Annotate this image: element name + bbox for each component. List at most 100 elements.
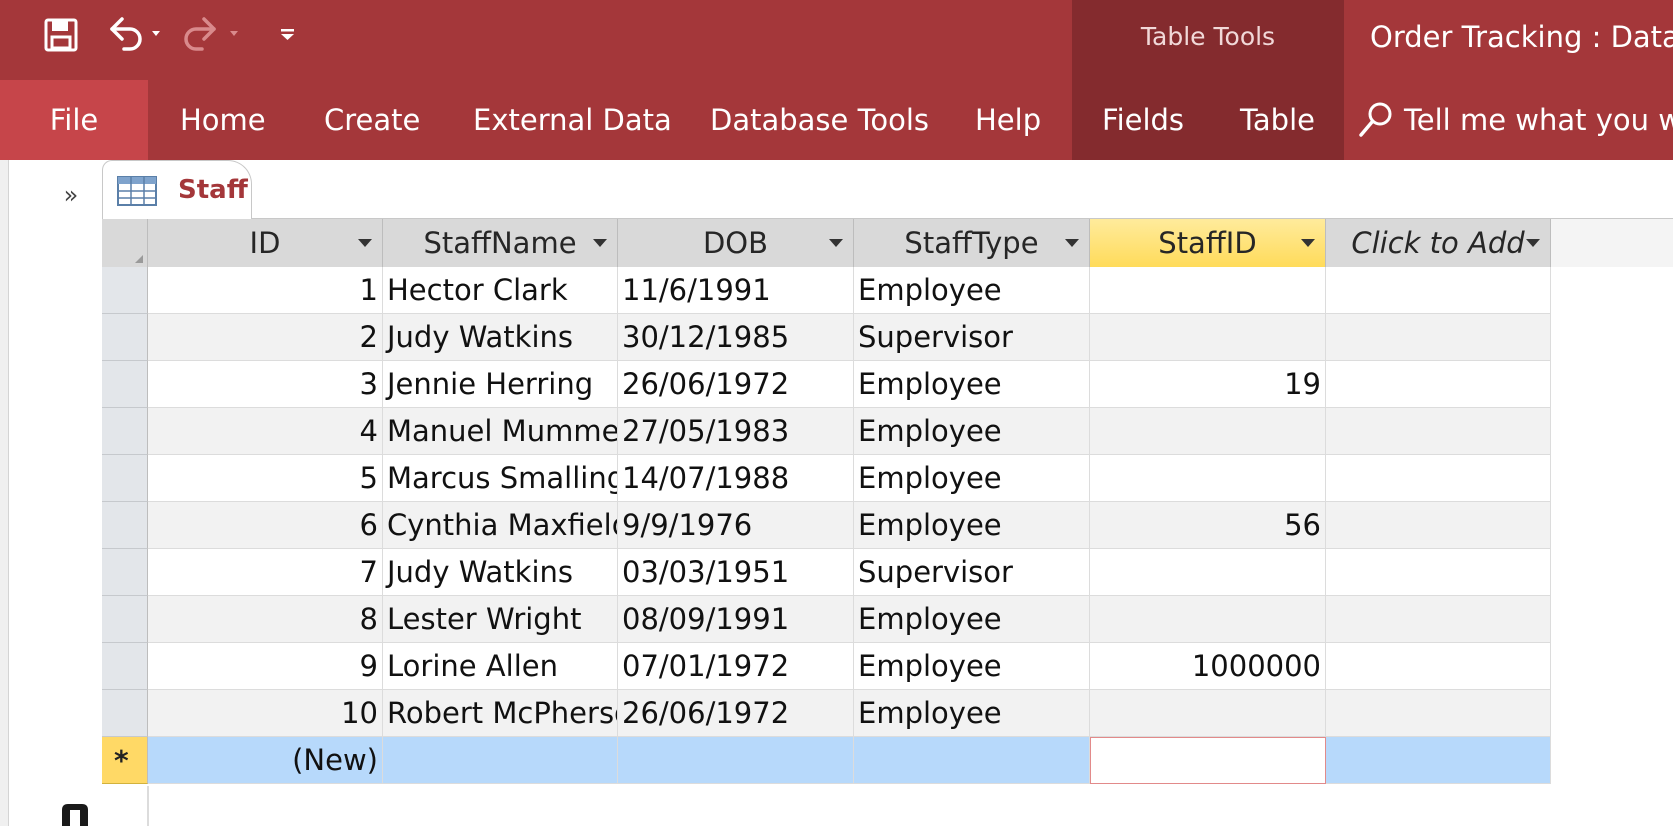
tab-table[interactable]: Table xyxy=(1240,80,1315,160)
cell-staffid[interactable]: 19 xyxy=(1090,361,1326,408)
record-selector[interactable] xyxy=(102,596,148,643)
cell-stafftype[interactable]: Employee xyxy=(854,267,1090,314)
cell-staffname[interactable]: Jennie Herring xyxy=(383,361,618,408)
column-dropdown-icon[interactable] xyxy=(1526,239,1540,247)
column-dropdown-icon[interactable] xyxy=(358,239,372,247)
column-dropdown-icon[interactable] xyxy=(829,239,843,247)
cell-stafftype[interactable]: Employee xyxy=(854,690,1090,737)
record-selector[interactable] xyxy=(102,361,148,408)
cell-click-to-add-new[interactable] xyxy=(1326,737,1551,784)
customize-qat-button[interactable] xyxy=(278,12,298,58)
cell-click-to-add[interactable] xyxy=(1326,455,1551,502)
cell-staffid[interactable] xyxy=(1090,596,1326,643)
record-selector[interactable] xyxy=(102,549,148,596)
cell-id[interactable]: 8 xyxy=(148,596,383,643)
cell-staffname[interactable]: Judy Watkins xyxy=(383,314,618,361)
cell-id[interactable]: 7 xyxy=(148,549,383,596)
cell-click-to-add[interactable] xyxy=(1326,314,1551,361)
table-row[interactable]: 2 Judy Watkins 30/12/1985 Supervisor xyxy=(102,314,1673,361)
tab-database-tools[interactable]: Database Tools xyxy=(710,80,929,160)
table-row[interactable]: 7 Judy Watkins 03/03/1951 Supervisor xyxy=(102,549,1673,596)
nav-pane-expand-icon[interactable]: » xyxy=(56,180,86,210)
cell-stafftype[interactable]: Employee xyxy=(854,596,1090,643)
table-row[interactable]: 6 Cynthia Maxfield 9/9/1976 Employee 56 xyxy=(102,502,1673,549)
cell-click-to-add[interactable] xyxy=(1326,596,1551,643)
cell-staffname[interactable]: Hector Clark xyxy=(383,267,618,314)
cell-stafftype[interactable]: Employee xyxy=(854,408,1090,455)
cell-staffid[interactable] xyxy=(1090,267,1326,314)
cell-staffid-new-active[interactable] xyxy=(1090,737,1326,784)
column-dropdown-icon[interactable] xyxy=(1301,239,1315,247)
cell-id[interactable]: 10 xyxy=(148,690,383,737)
cell-id[interactable]: 6 xyxy=(148,502,383,549)
tab-staff-table[interactable]: Staff xyxy=(102,160,252,219)
table-row[interactable]: 3 Jennie Herring 26/06/1972 Employee 19 xyxy=(102,361,1673,408)
column-header-staffname[interactable]: StaffName xyxy=(383,219,618,267)
cell-stafftype[interactable]: Employee xyxy=(854,455,1090,502)
cell-staffid[interactable]: 1000000 xyxy=(1090,643,1326,690)
undo-button[interactable] xyxy=(104,12,164,58)
cell-staffname[interactable]: Marcus Smalling xyxy=(383,455,618,502)
cell-staffname[interactable]: Judy Watkins xyxy=(383,549,618,596)
cell-dob[interactable]: 08/09/1991 xyxy=(618,596,854,643)
table-row[interactable]: 9 Lorine Allen 07/01/1972 Employee 10000… xyxy=(102,643,1673,690)
table-row[interactable]: 5 Marcus Smalling 14/07/1988 Employee xyxy=(102,455,1673,502)
cell-staffname[interactable]: Lester Wright xyxy=(383,596,618,643)
cell-stafftype[interactable]: Supervisor xyxy=(854,549,1090,596)
tell-me-search[interactable]: Tell me what you wa xyxy=(1358,80,1673,160)
cell-id[interactable]: 5 xyxy=(148,455,383,502)
record-selector[interactable] xyxy=(102,455,148,502)
table-row[interactable]: 10 Robert McPherson 26/06/1972 Employee xyxy=(102,690,1673,737)
cell-dob[interactable]: 14/07/1988 xyxy=(618,455,854,502)
cell-id[interactable]: 4 xyxy=(148,408,383,455)
cell-id[interactable]: 1 xyxy=(148,267,383,314)
cell-stafftype[interactable]: Supervisor xyxy=(854,314,1090,361)
column-header-click-to-add[interactable]: Click to Add xyxy=(1326,219,1551,267)
record-selector[interactable] xyxy=(102,408,148,455)
cell-dob[interactable]: 27/05/1983 xyxy=(618,408,854,455)
record-selector[interactable] xyxy=(102,314,148,361)
cell-staffname[interactable]: Lorine Allen xyxy=(383,643,618,690)
cell-staffid[interactable] xyxy=(1090,455,1326,502)
tab-file[interactable]: File xyxy=(0,80,148,160)
column-dropdown-icon[interactable] xyxy=(1065,239,1079,247)
tab-home[interactable]: Home xyxy=(180,80,266,160)
cell-staffname[interactable]: Manuel Mummert xyxy=(383,408,618,455)
cell-click-to-add[interactable] xyxy=(1326,549,1551,596)
save-button[interactable] xyxy=(42,12,80,58)
cell-dob[interactable]: 11/6/1991 xyxy=(618,267,854,314)
cell-staffname[interactable]: Robert McPherson xyxy=(383,690,618,737)
column-header-dob[interactable]: DOB xyxy=(618,219,854,267)
cell-id[interactable]: 9 xyxy=(148,643,383,690)
column-header-stafftype[interactable]: StaffType xyxy=(854,219,1090,267)
tab-fields[interactable]: Fields xyxy=(1102,80,1184,160)
cell-click-to-add[interactable] xyxy=(1326,643,1551,690)
cell-id[interactable]: 3 xyxy=(148,361,383,408)
tab-help[interactable]: Help xyxy=(975,80,1041,160)
cell-stafftype-new[interactable] xyxy=(854,737,1090,784)
cell-staffid[interactable] xyxy=(1090,408,1326,455)
record-selector[interactable] xyxy=(102,643,148,690)
redo-button[interactable] xyxy=(180,12,244,58)
cell-dob-new[interactable] xyxy=(618,737,854,784)
cell-click-to-add[interactable] xyxy=(1326,361,1551,408)
table-row[interactable]: 1 Hector Clark 11/6/1991 Employee xyxy=(102,267,1673,314)
cell-staffid[interactable] xyxy=(1090,690,1326,737)
record-selector[interactable] xyxy=(102,502,148,549)
cell-id[interactable]: 2 xyxy=(148,314,383,361)
table-row[interactable]: 4 Manuel Mummert 27/05/1983 Employee xyxy=(102,408,1673,455)
cell-dob[interactable]: 9/9/1976 xyxy=(618,502,854,549)
tab-external-data[interactable]: External Data xyxy=(473,80,672,160)
tab-create[interactable]: Create xyxy=(324,80,420,160)
cell-staffname-new[interactable] xyxy=(383,737,618,784)
cell-stafftype[interactable]: Employee xyxy=(854,643,1090,690)
cell-dob[interactable]: 26/06/1972 xyxy=(618,361,854,408)
cell-staffid[interactable]: 56 xyxy=(1090,502,1326,549)
cell-click-to-add[interactable] xyxy=(1326,690,1551,737)
cell-stafftype[interactable]: Employee xyxy=(854,502,1090,549)
cell-staffid[interactable] xyxy=(1090,314,1326,361)
cell-staffname[interactable]: Cynthia Maxfield xyxy=(383,502,618,549)
column-dropdown-icon[interactable] xyxy=(593,239,607,247)
cell-id-new[interactable]: (New) xyxy=(148,737,383,784)
cell-click-to-add[interactable] xyxy=(1326,408,1551,455)
